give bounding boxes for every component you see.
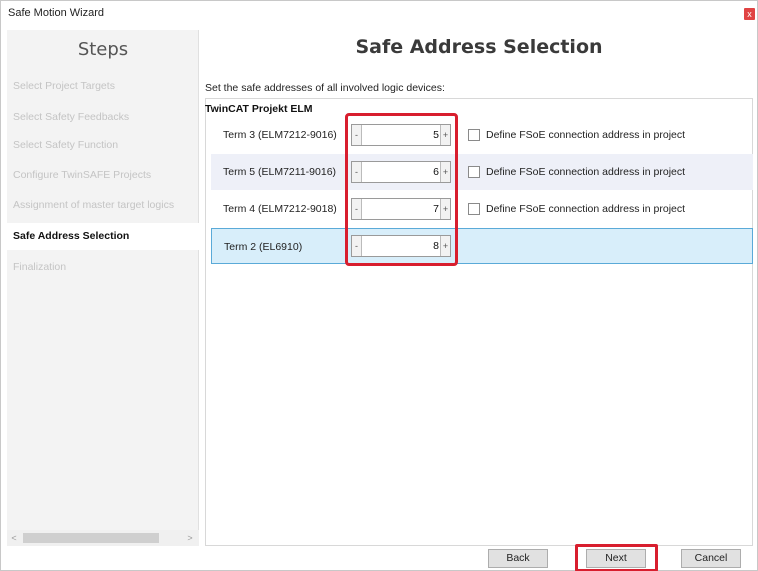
step-select-project-targets: Select Project Targets — [13, 80, 115, 92]
title-bar: Safe Motion Wizard x — [1, 1, 757, 29]
step-assignment-master-target-logics: Assignment of master target logics — [13, 199, 175, 211]
cancel-button[interactable]: Cancel — [681, 549, 741, 568]
step-safe-address-selection: Safe Address Selection — [7, 223, 199, 250]
define-fsoe-label[interactable]: Define FSoE connection address in projec… — [486, 203, 685, 215]
device-row: Term 4 (ELM7212-9018) - 7 + Define FSoE … — [211, 191, 753, 227]
address-highlight-annotation — [345, 113, 458, 266]
next-highlight-annotation — [575, 544, 658, 571]
device-label: Term 4 (ELM7212-9018) — [223, 203, 337, 215]
instruction-text: Set the safe addresses of all involved l… — [205, 82, 445, 94]
device-row: Term 3 (ELM7212-9016) - 5 + Define FSoE … — [211, 117, 753, 153]
step-select-safety-feedbacks: Select Safety Feedbacks — [13, 111, 130, 123]
define-fsoe-label[interactable]: Define FSoE connection address in projec… — [486, 129, 685, 141]
device-row-selected[interactable]: Term 2 (EL6910) - 8 + — [211, 228, 753, 264]
page-title: Safe Address Selection — [355, 36, 603, 58]
close-button[interactable]: x — [744, 8, 755, 20]
step-select-safety-function: Select Safety Function — [13, 139, 119, 151]
step-configure-twinsafe-projects: Configure TwinSAFE Projects — [13, 169, 152, 181]
define-fsoe-label[interactable]: Define FSoE connection address in projec… — [486, 166, 685, 178]
define-fsoe-checkbox[interactable] — [468, 166, 480, 178]
define-fsoe-checkbox[interactable] — [468, 129, 480, 141]
device-label: Term 3 (ELM7212-9016) — [223, 129, 337, 141]
device-row: Term 5 (ELM7211-9016) - 6 + Define FSoE … — [211, 154, 753, 190]
project-title: TwinCAT Projekt ELM — [205, 103, 313, 115]
steps-header: Steps — [77, 39, 129, 60]
close-icon: x — [747, 9, 752, 19]
steps-sidebar: Steps Select Project Targets Select Safe… — [7, 30, 199, 546]
step-finalization: Finalization — [13, 261, 67, 273]
define-fsoe-checkbox[interactable] — [468, 203, 480, 215]
sidebar-scrollbar[interactable]: < > — [7, 530, 199, 546]
back-button[interactable]: Back — [488, 549, 548, 568]
scroll-right-icon[interactable]: > — [185, 532, 195, 544]
window-title: Safe Motion Wizard — [8, 7, 104, 19]
device-label: Term 5 (ELM7211-9016) — [223, 166, 337, 178]
scrollbar-thumb[interactable] — [23, 533, 159, 543]
scroll-left-icon[interactable]: < — [9, 532, 19, 544]
device-label: Term 2 (EL6910) — [224, 241, 303, 253]
